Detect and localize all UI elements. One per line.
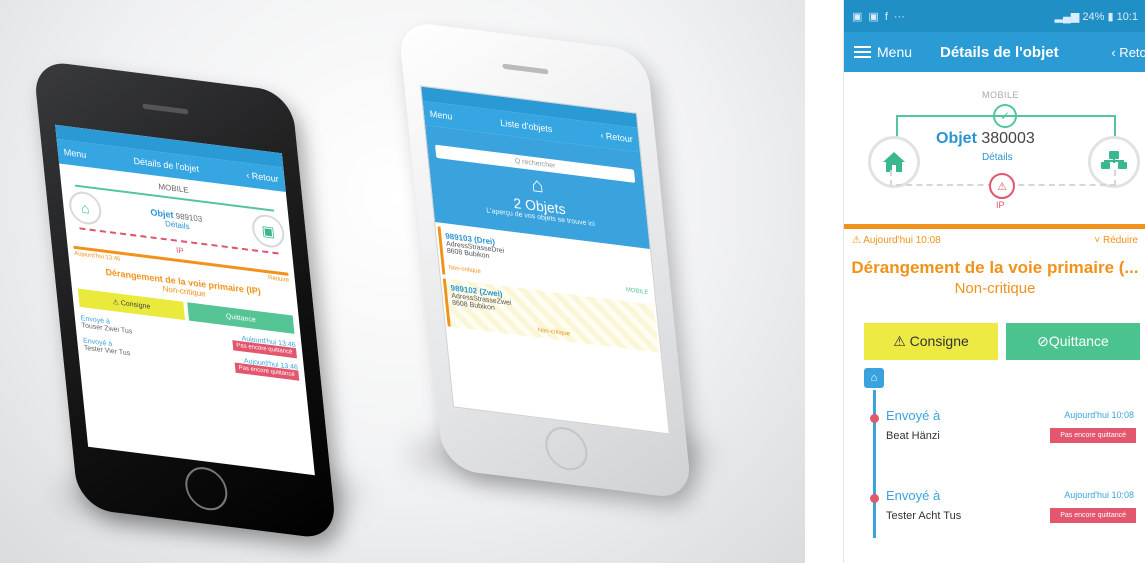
object-diagram: MOBILE ✓ Objet 380003 Détails ⚠ IP <box>844 72 1145 224</box>
timeline-dot <box>870 414 879 423</box>
facebook-icon: f <box>884 10 888 23</box>
nav-title: Détails de l'objet <box>132 155 200 175</box>
reduce-link[interactable]: Réduire <box>268 275 290 284</box>
server-icon: ▣ <box>250 212 286 250</box>
sent-label: Envoyé à <box>886 488 941 503</box>
back-link[interactable]: ‹ Retour <box>246 170 279 184</box>
alert-severity: Non-critique <box>954 280 1036 297</box>
dark-phone-screen: Menu Détails de l'objet ‹ Retour MOBILE … <box>55 124 315 476</box>
mockup-scene: Menu Détails de l'objet ‹ Retour MOBILE … <box>0 0 805 563</box>
phone-speaker <box>142 103 189 115</box>
details-link[interactable]: Détails <box>165 219 190 231</box>
recipient-name: Beat Hänzi <box>886 430 940 442</box>
recipient-name: Tester Acht Tus <box>886 510 962 522</box>
object-card-tag: MOBILE <box>625 287 649 297</box>
object-label: Objet <box>149 206 174 220</box>
more-icon: ··· <box>893 10 905 23</box>
alert-meta: ⚠ Aujourd'hui 10:08 ˅ Réduire <box>844 229 1145 246</box>
action-buttons: ⚠ Consigne ⊘Quittance <box>844 323 1145 360</box>
signal-icon: ▂▄▆ <box>1054 10 1083 23</box>
sent-label: Envoyé à <box>886 408 941 423</box>
check-icon: ✓ <box>993 104 1017 128</box>
back-link[interactable]: ‹ Retour <box>600 130 633 144</box>
notification-icons: ▣ ▣ f ··· <box>852 10 911 23</box>
object-detail-screen: ▣ ▣ f ··· ▂▄▆ 24% ▮ 10:1 Menu Détails de l'… <box>843 0 1145 563</box>
details-link[interactable]: Détails <box>982 152 1013 163</box>
status-badge: Pas encore quittancé <box>1050 428 1136 443</box>
timeline: ⌂ Envoyé à Beat Hänzi Aujourd'hui 10:08 … <box>844 368 1145 538</box>
alert-time: ⚠ Aujourd'hui 10:08 <box>852 235 941 246</box>
warning-icon: ⚠ <box>989 173 1015 199</box>
light-phone-screen: Menu Liste d'objets ‹ Retour Q recherche… <box>420 85 670 435</box>
home-icon <box>868 136 920 188</box>
timeline-entry: Envoyé à Beat Hänzi Aujourd'hui 10:08 Pa… <box>870 408 1140 458</box>
object-detail-mini: MOBILE ⌂ Objet 989103 Détails ▣ IP Aujou… <box>59 164 306 386</box>
mobile-label: MOBILE <box>982 90 1020 100</box>
battery-percent: 24% <box>1082 10 1105 23</box>
battery-icon: ▮ <box>1107 10 1114 23</box>
menu-label: Menu <box>877 44 913 60</box>
home-icon: ⌂ <box>67 189 103 227</box>
dashed-connector <box>890 170 892 186</box>
status-badge: Pas encore quittancé <box>1050 508 1136 523</box>
menu-button[interactable]: Menu <box>844 43 912 61</box>
gallery-icon: ▣ <box>868 10 879 23</box>
back-button[interactable]: ‹ Retou <box>1111 45 1145 60</box>
light-phone: Menu Liste d'objets ‹ Retour Q recherche… <box>397 20 693 500</box>
home-button <box>543 424 590 473</box>
timeline-entry: Envoyé à Tester Acht Tus Aujourd'hui 10:… <box>870 488 1140 538</box>
nav-bar: Menu Détails de l'objet ‹ Retou <box>844 32 1145 72</box>
image-icon: ▣ <box>852 10 863 23</box>
hamburger-icon <box>854 43 871 61</box>
entry-time: Aujourd'hui 10:08 <box>1064 490 1134 500</box>
consigne-button[interactable]: ⚠ Consigne <box>864 323 998 360</box>
menu-link[interactable]: Menu <box>63 147 86 160</box>
home-icon: ⌂ <box>864 368 884 388</box>
alert-title: Dérangement de la voie primaire (... <box>851 258 1139 277</box>
entry-time: Aujourd'hui 10:08 <box>1064 410 1134 420</box>
phone-speaker <box>502 63 549 75</box>
object-number: 380003 <box>981 130 1035 147</box>
reduce-toggle[interactable]: ˅ Réduire <box>1094 235 1138 246</box>
timeline-dot <box>870 494 879 503</box>
ip-label: IP <box>996 200 1005 210</box>
status-right: ▂▄▆ 24% ▮ 10:1 <box>1055 10 1138 23</box>
status-bar: ▣ ▣ f ··· ▂▄▆ 24% ▮ 10:1 <box>844 0 1145 32</box>
object-label: Objet <box>936 130 977 147</box>
object-card-status: Non-critique <box>448 264 482 276</box>
menu-link[interactable]: Menu <box>429 109 452 122</box>
home-button <box>183 464 230 513</box>
quittance-button[interactable]: ⊘Quittance <box>1006 323 1140 360</box>
clock: 10:1 <box>1116 10 1138 23</box>
nav-title: Liste d'objets <box>499 117 553 135</box>
page-title: Détails de l'objet <box>940 43 1059 61</box>
dark-phone: Menu Détails de l'objet ‹ Retour MOBILE … <box>32 59 338 541</box>
